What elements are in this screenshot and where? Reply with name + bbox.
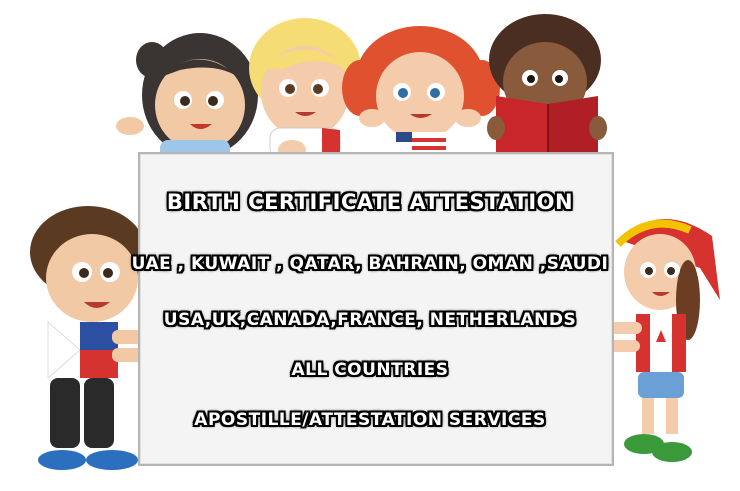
board-line-gulf-countries: UAE , KUWAIT , QATAR, BAHRAIN, OMAN ,SAU… <box>131 254 609 274</box>
board-title: BIRTH CERTIFICATE ATTESTATION <box>166 190 574 214</box>
illustration-stage: BIRTH CERTIFICATE ATTESTATION UAE , KUWA… <box>0 0 740 491</box>
board-line-western-countries: USA,UK,CANADA,FRANCE, NETHERLANDS <box>163 310 577 330</box>
board-line-all-countries: ALL COUNTRIES <box>291 360 449 380</box>
board-line-services: APOSTILLE/ATTESTATION SERVICES <box>194 410 546 430</box>
boy-left-figure <box>30 206 150 470</box>
girl-red-hair-figure <box>342 26 500 154</box>
boy-curly-with-book-figure <box>487 14 607 164</box>
